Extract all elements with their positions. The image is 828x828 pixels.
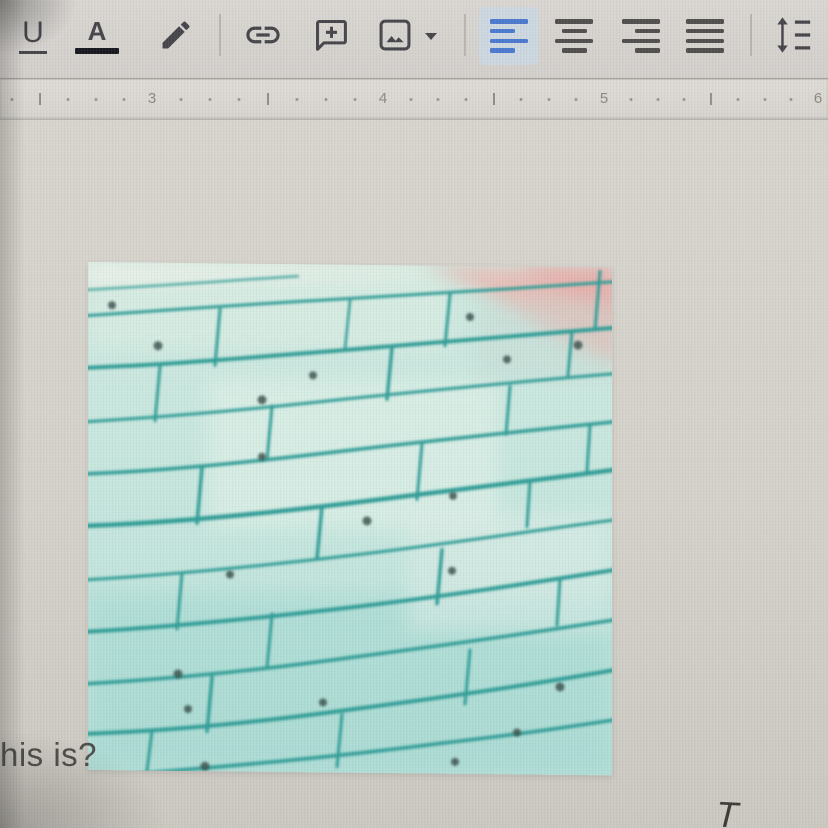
ruler-half-mark — [39, 93, 41, 105]
insert-link-button[interactable] — [239, 0, 287, 72]
text-color-swatch — [75, 48, 119, 54]
ruler-number: 5 — [599, 90, 609, 107]
ruler-dot-mark — [122, 98, 126, 101]
align-center-button[interactable] — [550, 0, 598, 72]
image-options-button[interactable] — [419, 0, 443, 72]
ruler-dot-mark — [519, 98, 523, 101]
ruler-dot-mark — [66, 98, 70, 101]
ruler-dot-mark — [353, 98, 357, 101]
ruler-dot-mark — [763, 98, 767, 101]
document-canvas[interactable]: his is? T — [0, 120, 828, 828]
ruler-dot-mark — [295, 98, 299, 101]
ruler-dot-mark — [656, 98, 660, 101]
justify-icon — [686, 19, 724, 53]
highlighter-icon — [158, 17, 194, 56]
align-center-icon — [555, 19, 593, 53]
insert-image-button[interactable] — [372, 0, 418, 72]
ruler-dot-mark — [409, 98, 413, 101]
ruler-dot-mark — [682, 98, 686, 101]
underline-icon: U — [19, 18, 47, 54]
comment-plus-icon — [312, 16, 350, 57]
align-right-icon — [622, 19, 660, 53]
ruler[interactable]: 3 4 5 6 — [0, 79, 828, 120]
ruler-number: 3 — [147, 90, 157, 107]
align-left-icon — [490, 19, 528, 53]
formatting-toolbar: U A — [0, 0, 828, 79]
ruler-dot-mark — [94, 98, 98, 101]
ruler-dot-mark — [736, 98, 740, 101]
text-color-icon: A — [87, 16, 107, 46]
ruler-dot-mark — [574, 98, 578, 101]
ruler-dot-mark — [324, 98, 328, 101]
text-color-button[interactable]: A — [72, 0, 122, 72]
align-left-button[interactable] — [479, 7, 539, 65]
toolbar-divider — [750, 14, 752, 56]
screen-photo: U A 3 4 5 6 his is? T — [0, 0, 828, 828]
align-right-button[interactable] — [617, 0, 665, 72]
ruler-dot-mark — [179, 98, 183, 101]
toolbar-divider — [464, 14, 466, 56]
highlight-color-button[interactable] — [153, 0, 199, 72]
line-spacing-button[interactable] — [768, 0, 818, 72]
stray-character: T — [714, 793, 740, 828]
onion-cells-image — [88, 262, 612, 776]
document-image[interactable] — [88, 262, 612, 776]
ruler-half-mark — [493, 93, 495, 105]
ruler-number: 4 — [378, 90, 388, 107]
add-comment-button[interactable] — [308, 0, 354, 72]
ruler-number: 6 — [813, 90, 823, 107]
ruler-dot-mark — [237, 98, 241, 101]
ruler-half-mark — [267, 93, 269, 105]
ruler-dot-mark — [208, 98, 212, 101]
ruler-dot-mark — [547, 98, 551, 101]
ruler-dot-mark — [464, 98, 468, 101]
toolbar-divider — [219, 14, 221, 56]
underline-button[interactable]: U — [12, 0, 54, 72]
ruler-dot-mark — [789, 98, 793, 101]
document-text: his is? — [0, 736, 98, 773]
justify-button[interactable] — [681, 0, 729, 72]
ruler-dot-mark — [629, 98, 633, 101]
ruler-dot-mark — [436, 98, 440, 101]
ruler-dot-mark — [10, 98, 14, 101]
link-icon — [243, 15, 283, 58]
ruler-half-mark — [710, 93, 712, 105]
chevron-down-icon — [424, 29, 438, 44]
image-icon — [376, 16, 414, 57]
line-spacing-icon — [772, 13, 814, 60]
